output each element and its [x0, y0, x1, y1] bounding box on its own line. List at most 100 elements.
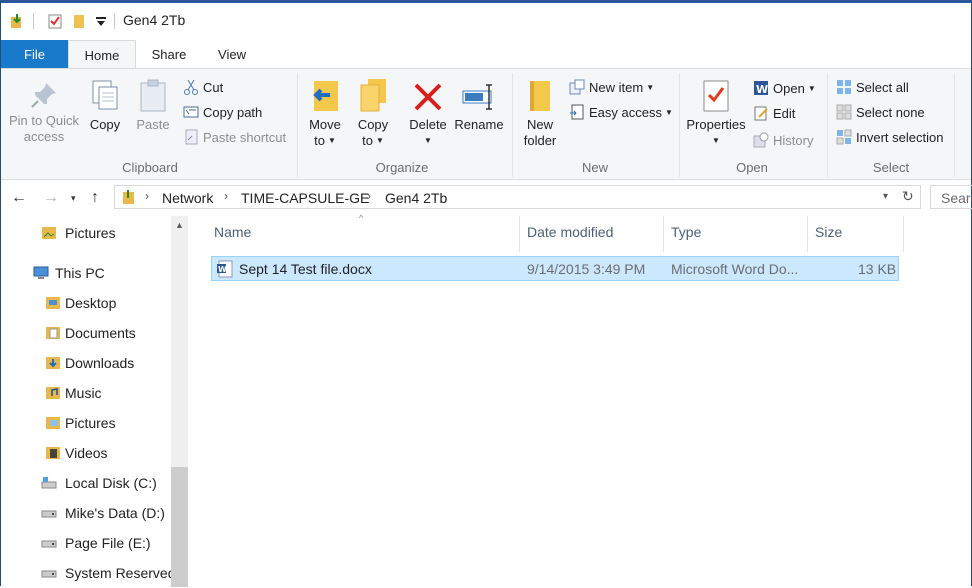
nav-item-documents[interactable]: Documents	[45, 318, 136, 348]
column-header-type[interactable]: Type	[671, 224, 701, 240]
back-arrow-icon[interactable]: ←	[11, 189, 27, 207]
tab-view[interactable]: View	[202, 40, 262, 69]
folder-down-icon[interactable]	[9, 13, 25, 29]
search-input[interactable]: Search	[930, 185, 972, 209]
group-separator	[297, 73, 298, 177]
select-all-label: Select all	[856, 80, 909, 95]
column-divider[interactable]	[807, 216, 808, 252]
nav-item-page-file-e[interactable]: Page File (E:)	[41, 528, 151, 558]
invert-selection-button[interactable]: Invert selection	[836, 128, 943, 148]
copy-to-button[interactable]: Copy to ▼	[351, 77, 395, 149]
select-none-button[interactable]: Select none	[836, 103, 925, 123]
customize-qat-dropdown-icon[interactable]	[93, 13, 109, 29]
nav-item-mikes-data-d[interactable]: Mike's Data (D:)	[41, 498, 165, 528]
up-arrow-icon[interactable]: ↑	[91, 189, 99, 207]
delete-button[interactable]: Delete ▼	[405, 81, 451, 149]
history-button[interactable]: History	[753, 131, 813, 151]
nav-item-desktop[interactable]: Desktop	[45, 288, 116, 318]
nav-item-downloads[interactable]: Downloads	[45, 348, 134, 378]
new-item-label: New item	[589, 80, 644, 95]
paste-shortcut-icon	[185, 129, 198, 145]
cut-button[interactable]: Cut	[183, 78, 223, 98]
new-folder-button[interactable]: New folder	[517, 79, 563, 149]
copy-button[interactable]: Copy	[85, 79, 125, 133]
properties-check-icon[interactable]	[47, 13, 63, 29]
scroll-up-arrow-icon[interactable]: ▲	[175, 220, 184, 230]
file-size: 13 KB	[858, 261, 897, 277]
file-row[interactable]: W Sept 14 Test file.docx 9/14/2015 3:49 …	[211, 256, 899, 281]
copy-path-button[interactable]: Copy path	[183, 103, 262, 123]
pin-to-quick-access-button[interactable]: Pin to Quick access	[5, 81, 83, 145]
paste-button[interactable]: Paste	[131, 79, 175, 133]
forward-arrow-icon[interactable]: →	[43, 189, 59, 207]
downloads-folder-icon	[46, 357, 60, 369]
qat-separator	[33, 13, 34, 29]
nav-item-this-pc[interactable]: This PC	[33, 258, 105, 288]
new-folder-label-1: New	[526, 117, 553, 132]
column-divider[interactable]	[903, 216, 904, 252]
column-header-date-modified[interactable]: Date modified	[527, 224, 613, 240]
rename-icon	[462, 84, 492, 110]
nav-item-label: Videos	[65, 445, 108, 461]
word-icon: W	[754, 81, 768, 96]
group-separator	[679, 73, 680, 177]
nav-item-label: Page File (E:)	[65, 535, 151, 551]
select-none-label: Select none	[856, 105, 925, 120]
rename-button[interactable]: Rename	[453, 81, 505, 133]
ribbon-tabs: File Home Share View	[1, 40, 971, 70]
nav-item-pictures[interactable]: Pictures	[45, 408, 116, 438]
nav-item-pictures-quick[interactable]: Pictures	[41, 218, 116, 248]
pin-icon	[31, 83, 56, 108]
paste-clipboard-icon	[140, 79, 166, 112]
move-to-label-2: to	[314, 133, 325, 148]
new-item-button[interactable]: New item ▼	[569, 78, 654, 98]
edit-pencil-icon	[754, 106, 768, 121]
recent-locations-chevron-icon[interactable]: ▾	[71, 193, 76, 204]
nav-item-videos[interactable]: Videos	[45, 438, 108, 468]
tab-file[interactable]: File	[1, 40, 68, 69]
refresh-icon[interactable]: ↻	[902, 188, 914, 205]
new-folder-icon[interactable]	[71, 13, 87, 29]
group-separator	[827, 73, 828, 177]
copy-label: Copy	[89, 117, 121, 132]
address-bar[interactable]: › Network › TIME-CAPSULE-GE › Gen4 2Tb ▾…	[114, 185, 921, 209]
delete-x-icon	[414, 83, 442, 111]
nav-item-label: Music	[65, 385, 102, 401]
invert-selection-label: Invert selection	[856, 130, 944, 145]
column-header-size[interactable]: Size	[815, 224, 842, 240]
tab-share[interactable]: Share	[136, 40, 202, 69]
address-dropdown-icon[interactable]: ▾	[883, 191, 888, 202]
nav-item-music[interactable]: Music	[45, 378, 102, 408]
select-all-button[interactable]: Select all	[836, 78, 909, 98]
breadcrumb-time-capsule[interactable]: TIME-CAPSULE-GE	[241, 190, 369, 206]
scrollbar-thumb[interactable]	[171, 467, 188, 587]
tab-home[interactable]: Home	[68, 40, 136, 70]
nav-item-local-disk-c[interactable]: Local Disk (C:)	[41, 468, 157, 498]
nav-item-system-reserved[interactable]: System Reserved	[41, 558, 175, 588]
edit-button[interactable]: Edit	[753, 104, 795, 124]
nav-item-label: Local Disk (C:)	[65, 475, 157, 491]
new-folder-icon	[530, 81, 550, 111]
nav-scrollbar[interactable]: ▲	[171, 216, 188, 587]
properties-button[interactable]: Properties ▼	[683, 79, 749, 149]
nav-item-label: Mike's Data (D:)	[65, 505, 165, 521]
invert-selection-icon	[836, 129, 852, 145]
open-button[interactable]: W Open ▼	[753, 79, 816, 99]
svg-text:W: W	[218, 265, 227, 274]
copy-to-folder-icon	[360, 79, 386, 112]
nav-item-label: Pictures	[65, 225, 116, 241]
edit-label: Edit	[773, 106, 796, 121]
move-to-button[interactable]: Move to ▼	[303, 79, 347, 149]
breadcrumb-gen4[interactable]: Gen4 2Tb	[385, 190, 447, 206]
ribbon: Pin to Quick access Copy Paste Cut Copy …	[1, 68, 971, 180]
file-list: ^ Name Date modified Type Size W Sept 14…	[189, 213, 971, 587]
breadcrumb-network[interactable]: Network	[162, 190, 213, 206]
paste-shortcut-button[interactable]: Paste shortcut	[183, 128, 286, 148]
column-divider[interactable]	[663, 216, 664, 252]
delete-label: Delete	[409, 117, 447, 132]
local-disk-icon	[41, 477, 57, 489]
column-header-name[interactable]: Name	[214, 224, 251, 240]
column-divider[interactable]	[519, 216, 520, 252]
easy-access-button[interactable]: Easy access ▼	[569, 103, 673, 123]
title-bar: Gen4 2Tb	[1, 3, 971, 39]
